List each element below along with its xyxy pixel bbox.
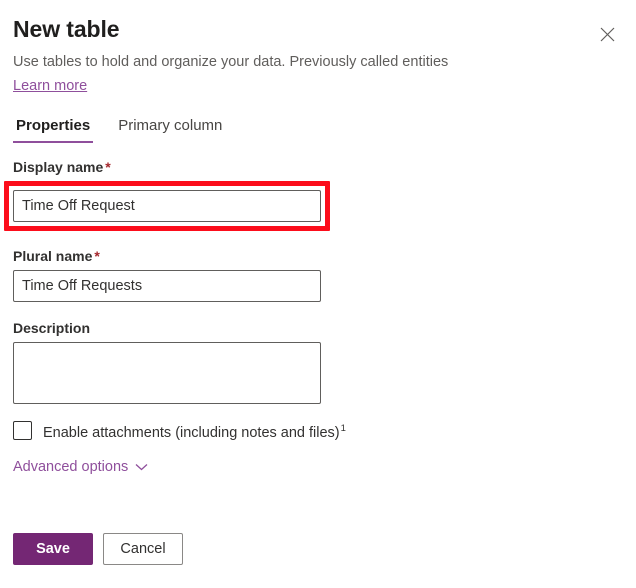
panel-subtitle: Use tables to hold and organize your dat… xyxy=(13,52,623,72)
display-name-input[interactable] xyxy=(13,190,321,222)
tab-list: Properties Primary column xyxy=(13,115,225,143)
description-field-group: Description xyxy=(13,319,321,409)
tab-properties[interactable]: Properties xyxy=(13,115,93,143)
table-properties-form: Display name* Plural name* Description xyxy=(13,158,321,426)
enable-attachments-checkbox[interactable] xyxy=(13,421,32,440)
new-table-panel: New table Use tables to hold and organiz… xyxy=(0,0,636,588)
enable-attachments-label: Enable attachments (including notes and … xyxy=(43,419,346,443)
enable-attachments-row[interactable]: Enable attachments (including notes and … xyxy=(13,419,346,443)
close-button[interactable] xyxy=(591,18,623,50)
display-name-field-group: Display name* xyxy=(13,158,321,231)
plural-name-label: Plural name* xyxy=(13,247,321,265)
plural-name-field-group: Plural name* xyxy=(13,247,321,302)
save-button[interactable]: Save xyxy=(13,533,93,565)
advanced-options-label: Advanced options xyxy=(13,458,128,476)
display-name-annotation-box xyxy=(4,181,330,231)
learn-more-link[interactable]: Learn more xyxy=(13,76,87,96)
description-textarea[interactable] xyxy=(13,342,321,404)
plural-name-input[interactable] xyxy=(13,270,321,302)
tab-primary-column[interactable]: Primary column xyxy=(115,115,225,143)
required-asterisk: * xyxy=(105,159,110,175)
required-asterisk: * xyxy=(94,248,99,264)
close-icon xyxy=(600,27,615,42)
cancel-button[interactable]: Cancel xyxy=(103,533,183,565)
footnote-marker: 1 xyxy=(341,423,346,434)
chevron-down-icon xyxy=(135,458,148,476)
panel-footer: Save Cancel xyxy=(13,533,183,565)
panel-header: New table Use tables to hold and organiz… xyxy=(13,14,623,96)
description-label: Description xyxy=(13,319,321,337)
display-name-label: Display name* xyxy=(13,158,321,176)
advanced-options-toggle[interactable]: Advanced options xyxy=(13,458,148,476)
page-title: New table xyxy=(13,14,623,44)
